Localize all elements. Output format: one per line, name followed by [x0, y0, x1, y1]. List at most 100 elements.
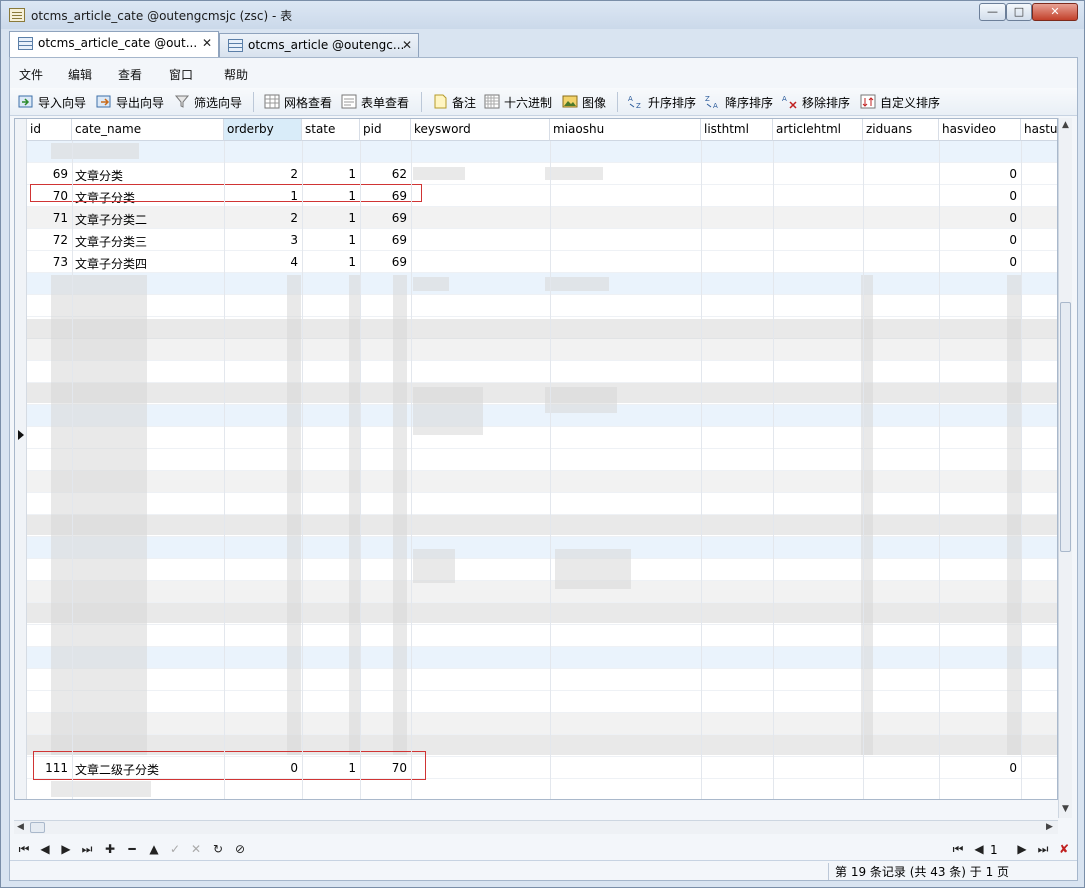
custom-sort-button[interactable]: 自定义排序: [860, 94, 940, 112]
column-header-listhtml[interactable]: listhtml: [701, 119, 773, 141]
prev-page-icon[interactable]: ◀: [971, 841, 987, 857]
discard-changes-icon[interactable]: ✕: [188, 841, 204, 857]
table-row[interactable]: [27, 713, 1057, 735]
prev-record-icon[interactable]: ◀: [37, 841, 53, 857]
table-row[interactable]: [27, 449, 1057, 471]
cell-pid[interactable]: 62: [360, 163, 411, 185]
cell-id[interactable]: 69: [27, 163, 72, 185]
cell-cate-name[interactable]: 文章子分类四: [75, 251, 227, 273]
horizontal-scrollbar[interactable]: ◀ ▶: [14, 820, 1058, 834]
sort-ascending-button[interactable]: AZ 升序排序: [628, 94, 696, 112]
scroll-down-icon[interactable]: ▼: [1062, 804, 1069, 814]
cell-hasvideo[interactable]: 0: [939, 229, 1021, 251]
first-page-icon[interactable]: ⏮: [950, 841, 966, 857]
tab-close-icon[interactable]: ✕: [402, 38, 412, 52]
cell-state[interactable]: 1: [302, 207, 360, 229]
sort-descending-button[interactable]: ZA 降序排序: [705, 94, 773, 112]
scroll-up-icon[interactable]: ▲: [1062, 120, 1069, 130]
horizontal-scroll-thumb[interactable]: [30, 822, 45, 833]
table-row[interactable]: [27, 273, 1057, 295]
scroll-right-icon[interactable]: ▶: [1046, 822, 1053, 832]
table-row[interactable]: [27, 427, 1057, 449]
last-record-icon[interactable]: ⏭: [79, 841, 95, 857]
table-row[interactable]: [27, 779, 1057, 799]
cell-id[interactable]: 71: [27, 207, 72, 229]
filter-wizard-button[interactable]: 筛选向导: [174, 94, 242, 112]
table-row[interactable]: [27, 625, 1057, 647]
table-row[interactable]: [27, 691, 1057, 713]
table-row[interactable]: 73 文章子分类四 4 1 69 0: [27, 251, 1057, 273]
settings-icon[interactable]: ✘: [1056, 841, 1072, 857]
menu-view[interactable]: 查看: [118, 66, 142, 83]
table-row[interactable]: [27, 537, 1057, 559]
table-row[interactable]: 72 文章子分类三 3 1 69 0: [27, 229, 1057, 251]
refresh-icon[interactable]: ↻: [210, 841, 226, 857]
table-row[interactable]: [27, 141, 1057, 163]
table-row[interactable]: 69 文章分类 2 1 62 0: [27, 163, 1057, 185]
last-page-icon[interactable]: ⏭: [1035, 841, 1051, 857]
table-row[interactable]: [27, 493, 1057, 515]
cell-state[interactable]: 1: [302, 229, 360, 251]
column-header-orderby[interactable]: orderby: [224, 119, 302, 141]
column-header-state[interactable]: state: [302, 119, 360, 141]
table-row[interactable]: [27, 647, 1057, 669]
menu-edit[interactable]: 编辑: [68, 66, 92, 83]
next-record-icon[interactable]: ▶: [58, 841, 74, 857]
cell-cate-name[interactable]: 文章子分类二: [75, 207, 227, 229]
cell-id[interactable]: 72: [27, 229, 72, 251]
cell-orderby[interactable]: 2: [224, 163, 302, 185]
cell-hasvideo[interactable]: 0: [939, 185, 1021, 207]
cell-hasvideo[interactable]: 0: [939, 251, 1021, 273]
menu-file[interactable]: 文件: [19, 66, 43, 83]
column-header-miaoshu[interactable]: miaoshu: [550, 119, 701, 141]
tab-close-icon[interactable]: ✕: [202, 36, 212, 50]
table-row[interactable]: [27, 339, 1057, 361]
column-header-hasvideo[interactable]: hasvideo: [939, 119, 1021, 141]
grid-view-button[interactable]: 网格查看: [264, 94, 332, 112]
image-button[interactable]: 图像: [562, 94, 606, 112]
table-row[interactable]: 71 文章子分类二 2 1 69 0: [27, 207, 1057, 229]
apply-changes-icon[interactable]: ✓: [167, 841, 183, 857]
close-button[interactable]: ✕: [1032, 3, 1078, 21]
column-header-cate-name[interactable]: cate_name: [72, 119, 224, 141]
cell-pid[interactable]: 69: [360, 251, 411, 273]
table-row[interactable]: [27, 559, 1057, 581]
cell-hasvideo[interactable]: 0: [939, 163, 1021, 185]
cell-orderby[interactable]: 4: [224, 251, 302, 273]
table-row[interactable]: [27, 405, 1057, 427]
column-header-ziduans[interactable]: ziduans: [863, 119, 939, 141]
cell-id[interactable]: 73: [27, 251, 72, 273]
import-wizard-button[interactable]: 导入向导: [18, 94, 86, 112]
vertical-scrollbar[interactable]: ▲ ▼: [1058, 118, 1072, 818]
cell-state[interactable]: 1: [302, 251, 360, 273]
column-header-hastuj[interactable]: hastuj: [1021, 119, 1057, 141]
cell-cate-name[interactable]: 文章子分类三: [75, 229, 227, 251]
maximize-button[interactable]: □: [1006, 3, 1032, 21]
page-number-input[interactable]: 1: [990, 843, 998, 857]
menu-window[interactable]: 窗口: [169, 66, 193, 83]
table-row[interactable]: [27, 361, 1057, 383]
menu-help[interactable]: 帮助: [224, 66, 248, 83]
vertical-scroll-thumb[interactable]: [1060, 302, 1071, 552]
scroll-left-icon[interactable]: ◀: [17, 822, 24, 832]
export-wizard-button[interactable]: 导出向导: [96, 94, 164, 112]
form-view-button[interactable]: 表单查看: [341, 94, 409, 112]
minimize-button[interactable]: —: [979, 3, 1006, 21]
remove-sort-button[interactable]: A 移除排序: [782, 94, 850, 112]
tab-article[interactable]: otcms_article @outengc... ✕: [219, 33, 419, 57]
cell-hasvideo[interactable]: 0: [939, 757, 1021, 779]
stop-icon[interactable]: ⊘: [232, 841, 248, 857]
hex-button[interactable]: 十六进制: [484, 94, 552, 112]
delete-record-icon[interactable]: ━: [124, 841, 140, 857]
next-page-icon[interactable]: ▶: [1014, 841, 1030, 857]
table-row[interactable]: [27, 295, 1057, 317]
cell-state[interactable]: 1: [302, 163, 360, 185]
add-record-icon[interactable]: ✚: [102, 841, 118, 857]
table-row[interactable]: [27, 581, 1057, 603]
cell-pid[interactable]: 69: [360, 207, 411, 229]
table-row[interactable]: [27, 471, 1057, 493]
table-row[interactable]: [27, 669, 1057, 691]
column-header-keysword[interactable]: keysword: [411, 119, 550, 141]
row-selector-column[interactable]: [15, 141, 27, 799]
cell-orderby[interactable]: 3: [224, 229, 302, 251]
